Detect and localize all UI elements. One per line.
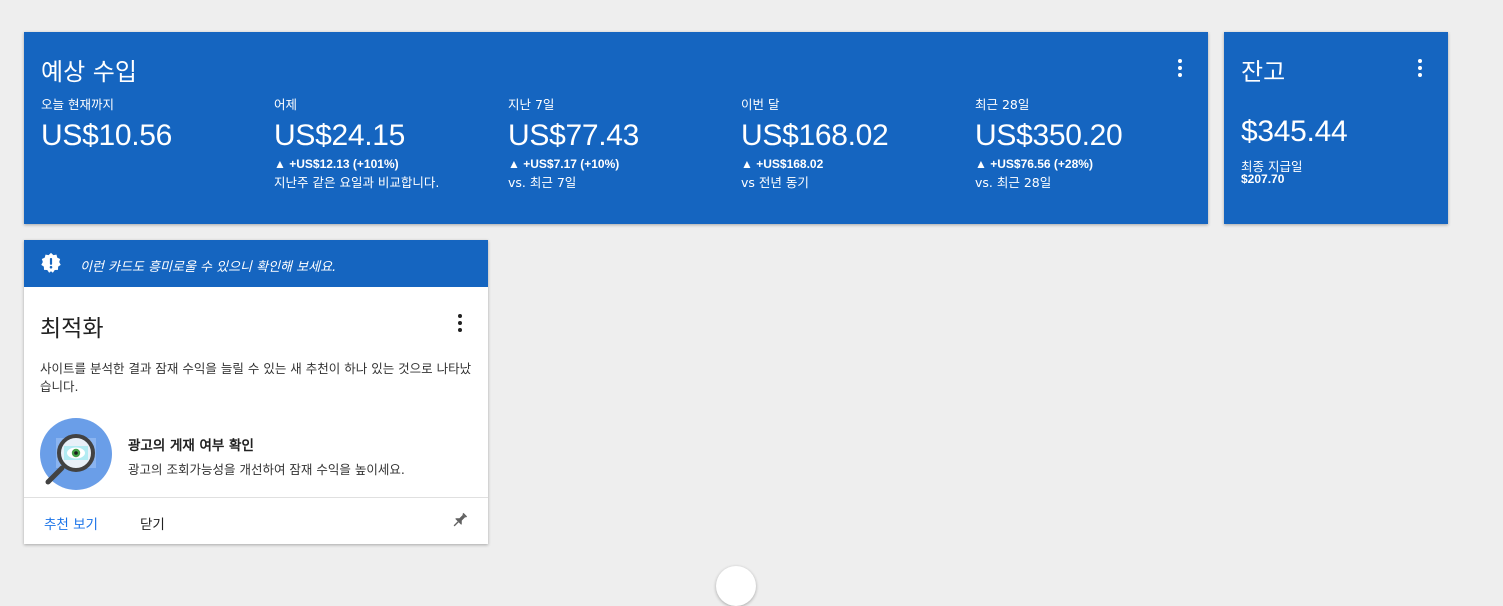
balance-card-title: 잔고 bbox=[1241, 58, 1286, 86]
view-recommendation-button[interactable]: 추천 보기 bbox=[44, 513, 98, 533]
optimization-card: 이런 카드도 흥미로울 수 있으니 확인해 보세요. 최적화 사이트를 분석한 … bbox=[24, 240, 488, 544]
magnifier-eye-icon bbox=[40, 418, 112, 490]
metric-last-7-days[interactable]: 지난 7일 US$77.43 ▲ +US$7.17 (+10%) vs. 최근 … bbox=[508, 94, 738, 191]
earnings-more-vert-icon[interactable] bbox=[1168, 56, 1192, 80]
last-payment-value: $207.70 bbox=[1241, 172, 1285, 186]
metric-today[interactable]: 오늘 현재까지 US$10.56 bbox=[41, 94, 271, 153]
optimization-more-vert-icon[interactable] bbox=[448, 311, 472, 335]
metric-delta: ▲ +US$7.17 (+10%) bbox=[508, 157, 620, 171]
recommendation-title: 광고의 게재 여부 확인 bbox=[128, 438, 254, 454]
alert-badge-icon bbox=[41, 252, 61, 273]
recommendation-subtitle: 광고의 조회가능성을 개선하여 잠재 수익을 높이세요. bbox=[128, 462, 405, 477]
metric-label: 오늘 현재까지 bbox=[41, 97, 114, 112]
metric-note: vs. 최근 28일 bbox=[975, 175, 1052, 190]
metric-label: 이번 달 bbox=[741, 97, 780, 112]
balance-card: 잔고 $345.44 최종 지급일 $207.70 bbox=[1224, 32, 1448, 224]
earnings-card-title: 예상 수입 bbox=[41, 58, 137, 86]
banner-text: 이런 카드도 흥미로울 수 있으니 확인해 보세요. bbox=[80, 260, 337, 275]
metric-label: 어제 bbox=[274, 97, 298, 112]
estimated-earnings-card: 예상 수입 오늘 현재까지 US$10.56 어제 US$24.15 ▲ +US… bbox=[24, 32, 1208, 224]
metric-value: US$168.02 bbox=[741, 119, 889, 152]
pin-icon[interactable] bbox=[450, 510, 470, 530]
balance-more-vert-icon[interactable] bbox=[1408, 56, 1432, 80]
metric-label: 지난 7일 bbox=[508, 97, 555, 112]
metric-value: US$24.15 bbox=[274, 119, 406, 152]
metric-delta: ▲ +US$76.56 (+28%) bbox=[975, 157, 1093, 171]
card-divider bbox=[24, 497, 488, 498]
metric-delta: ▲ +US$12.13 (+101%) bbox=[274, 157, 399, 171]
metric-label: 최근 28일 bbox=[975, 97, 1030, 112]
metric-value: US$10.56 bbox=[41, 119, 173, 152]
optimization-description: 사이트를 분석한 결과 잠재 수익을 늘릴 수 있는 새 추천이 하나 있는 것… bbox=[40, 361, 472, 394]
metric-note: vs. 최근 7일 bbox=[508, 175, 577, 190]
metric-note: 지난주 같은 요일과 비교합니다. bbox=[274, 175, 440, 190]
metric-this-month[interactable]: 이번 달 US$168.02 ▲ +US$168.02 vs 전년 동기 bbox=[741, 94, 971, 191]
suggestion-banner: 이런 카드도 흥미로울 수 있으니 확인해 보세요. bbox=[24, 240, 488, 287]
metric-note: vs 전년 동기 bbox=[741, 175, 809, 190]
metric-last-28-days[interactable]: 최근 28일 US$350.20 ▲ +US$76.56 (+28%) vs. … bbox=[975, 94, 1205, 191]
scroll-fab[interactable] bbox=[716, 566, 756, 606]
metric-value: US$350.20 bbox=[975, 119, 1123, 152]
metric-delta: ▲ +US$168.02 bbox=[741, 157, 824, 171]
metric-yesterday[interactable]: 어제 US$24.15 ▲ +US$12.13 (+101%) 지난주 같은 요… bbox=[274, 94, 504, 191]
balance-value: $345.44 bbox=[1241, 115, 1348, 148]
optimization-title: 최적화 bbox=[40, 316, 104, 342]
metric-value: US$77.43 bbox=[508, 119, 640, 152]
close-button[interactable]: 닫기 bbox=[140, 513, 165, 533]
